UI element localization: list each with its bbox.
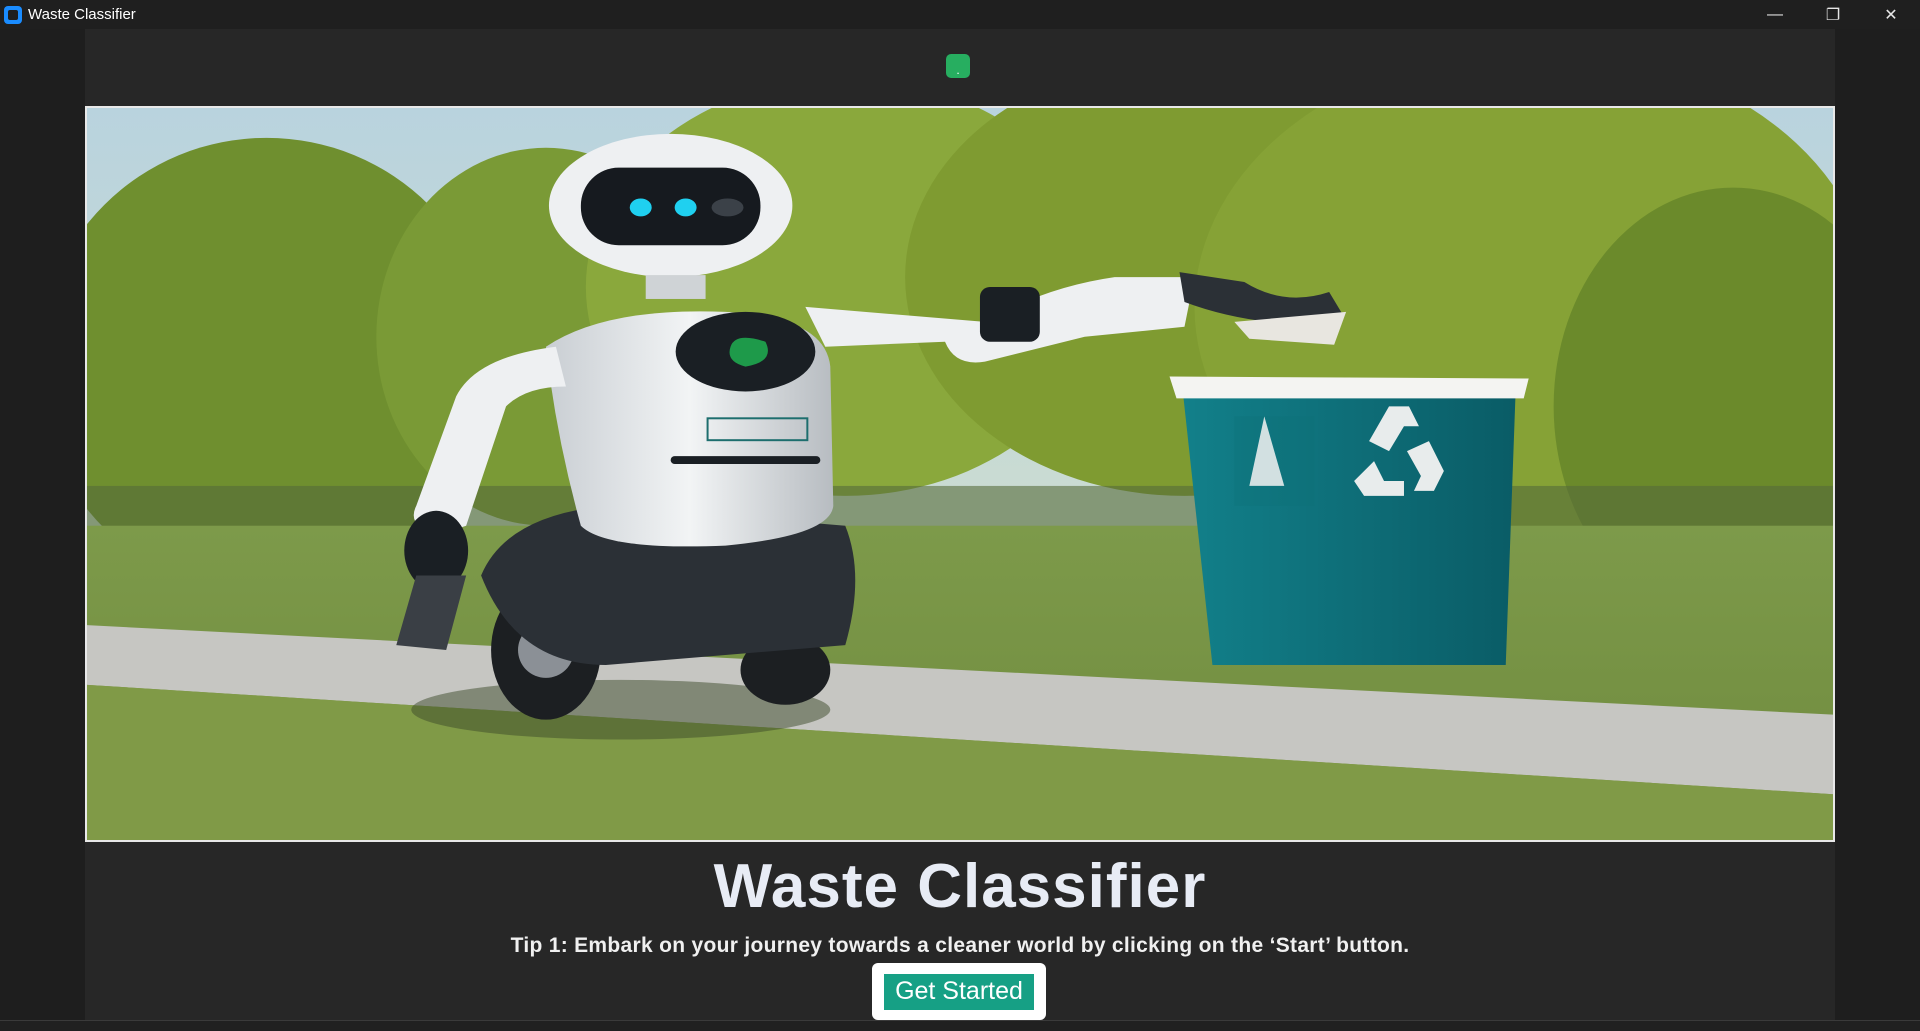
maximize-button[interactable]: ❐	[1804, 0, 1862, 29]
robot-recycling-illustration	[87, 108, 1833, 840]
page-title: Waste Classifier	[713, 852, 1207, 921]
close-button[interactable]: ✕	[1862, 0, 1920, 29]
app-icon	[4, 5, 22, 24]
hero-image	[85, 106, 1835, 842]
start-button-frame: Get Started	[872, 963, 1046, 1020]
title-bar: Waste Classifier — ❐ ✕	[0, 0, 1920, 29]
minimize-button[interactable]: —	[1746, 0, 1804, 29]
window-title: Waste Classifier	[28, 6, 136, 23]
get-started-button[interactable]: Get Started	[884, 973, 1034, 1010]
window-controls: — ❐ ✕	[1746, 0, 1920, 29]
taskbar	[0, 1020, 1920, 1031]
app-content: . Waste Classifier Tip 1: Embark on your…	[85, 29, 1835, 1020]
status-indicator: .	[946, 54, 970, 78]
tip-text: Tip 1: Embark on your journey towards a …	[510, 934, 1410, 957]
